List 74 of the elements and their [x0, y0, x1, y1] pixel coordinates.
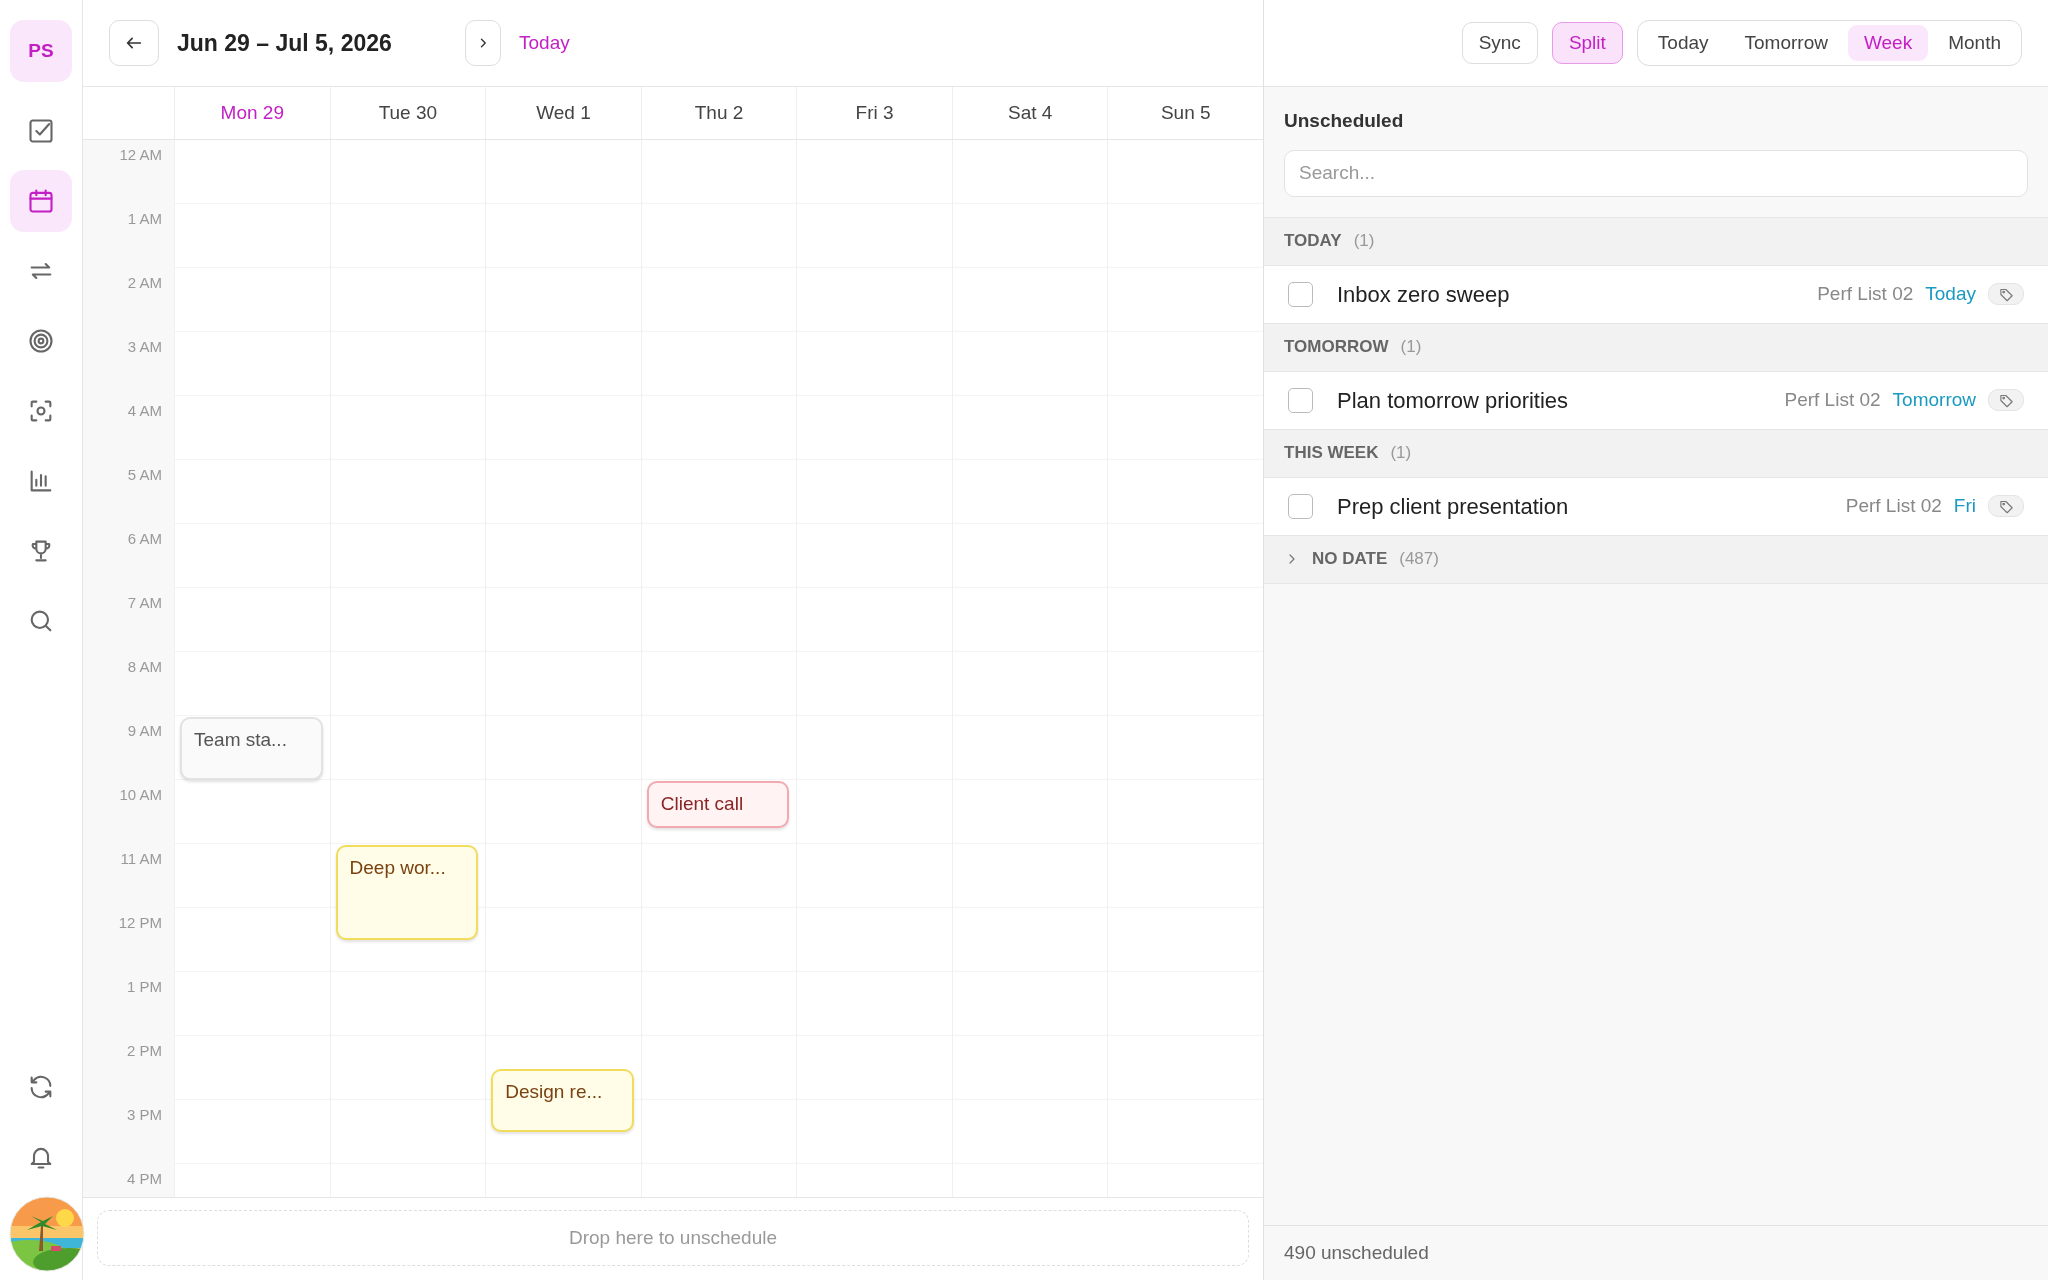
hour-label: 8 AM	[127, 658, 162, 675]
hour-label: 2 AM	[127, 274, 162, 291]
group-title: TOMORROW	[1284, 336, 1389, 359]
checkbox-icon	[27, 117, 55, 145]
group-count: (1)	[1400, 336, 1422, 359]
hour-label: 12 PM	[118, 914, 162, 931]
day-header: Thu 2	[640, 87, 797, 139]
group-header[interactable]: TOMORROW (1)	[1264, 323, 2048, 372]
task-checkbox[interactable]	[1288, 387, 1313, 413]
search-field[interactable]: Search...	[1284, 149, 2028, 197]
date-range-title: Jun 29 – Jul 5, 2026	[177, 28, 393, 58]
tag-button[interactable]	[1988, 495, 2024, 517]
hour-label: 7 AM	[127, 594, 162, 611]
task-title: Plan tomorrow priorities	[1337, 386, 1570, 415]
tag-icon	[1998, 498, 2014, 514]
split-toggle[interactable]: Split	[1551, 21, 1623, 65]
target-icon	[27, 327, 55, 355]
today-link[interactable]: Today	[519, 28, 570, 58]
group-title: TODAY	[1284, 230, 1342, 253]
task-list-name: Perf List 02	[1845, 493, 1942, 518]
task-title: Inbox zero sweep	[1337, 280, 1511, 309]
tag-button[interactable]	[1988, 283, 2024, 305]
task-checkbox[interactable]	[1288, 493, 1313, 519]
day-header: Fri 3	[796, 87, 952, 139]
day-header: Mon 29	[174, 87, 330, 139]
event-block[interactable]: Client call	[646, 781, 790, 828]
hour-label: 10 AM	[119, 786, 162, 803]
view-tab[interactable]: Today	[1641, 24, 1725, 62]
hour-label: 9 AM	[127, 722, 162, 739]
hour-label: 12 AM	[119, 146, 162, 163]
group-count: (1)	[1390, 442, 1412, 465]
view-tab[interactable]: Tomorrow	[1728, 24, 1844, 62]
group-header[interactable]: NO DATE (487)	[1264, 535, 2048, 584]
unscheduled-count: 490 unscheduled	[1284, 1240, 1429, 1265]
task-checkbox[interactable]	[1288, 281, 1313, 307]
hour-label: 4 AM	[127, 402, 162, 419]
group-count: (1)	[1353, 230, 1375, 253]
view-tab[interactable]: Week	[1847, 24, 1929, 62]
event-block[interactable]: Team sta...	[180, 717, 323, 780]
event-block[interactable]: Deep wor...	[335, 845, 479, 940]
task-title: Prep client presentation	[1337, 492, 1570, 521]
calendar-icon	[27, 187, 55, 215]
group-title: THIS WEEK	[1284, 442, 1379, 465]
sync-button[interactable]: Sync	[1461, 21, 1538, 65]
task-due-date: Tomorrow	[1892, 387, 1976, 412]
day-header: Tue 30	[329, 87, 486, 139]
view-tab[interactable]: Month	[1932, 24, 2017, 62]
group-header[interactable]: TODAY (1)	[1264, 217, 2048, 266]
hour-label: 1 PM	[127, 978, 162, 995]
hour-label: 5 AM	[127, 466, 162, 483]
group-count: (487)	[1399, 548, 1439, 571]
panel-title: Unscheduled	[1284, 109, 1405, 133]
day-header: Wed 1	[485, 87, 641, 139]
drop-zone[interactable]: Drop here to unschedule	[97, 1210, 1249, 1266]
task-list-name: Perf List 02	[1784, 387, 1881, 412]
hour-label: 11 AM	[120, 850, 162, 867]
hour-label: 2 PM	[127, 1042, 162, 1059]
hour-label: 3 PM	[127, 1106, 162, 1123]
tag-icon	[1998, 392, 2014, 408]
hour-label: 4 PM	[127, 1170, 162, 1187]
group-title: NO DATE	[1312, 548, 1388, 571]
day-header: Sat 4	[951, 87, 1108, 139]
group-header[interactable]: THIS WEEK (1)	[1264, 429, 2048, 478]
task-list-name: Perf List 02	[1817, 281, 1914, 306]
tag-button[interactable]	[1988, 389, 2024, 411]
task-due-date: Fri	[1953, 493, 1976, 518]
avatar-initials[interactable]: PS	[10, 20, 72, 82]
event-block[interactable]: Design re...	[491, 1069, 634, 1132]
tag-icon	[1998, 286, 2014, 302]
hour-label: 3 AM	[127, 338, 162, 355]
task-due-date: Today	[1925, 281, 1976, 306]
hour-label: 1 AM	[127, 210, 162, 227]
hour-label: 6 AM	[127, 530, 162, 547]
sidebar-nav-button[interactable]	[10, 170, 72, 232]
